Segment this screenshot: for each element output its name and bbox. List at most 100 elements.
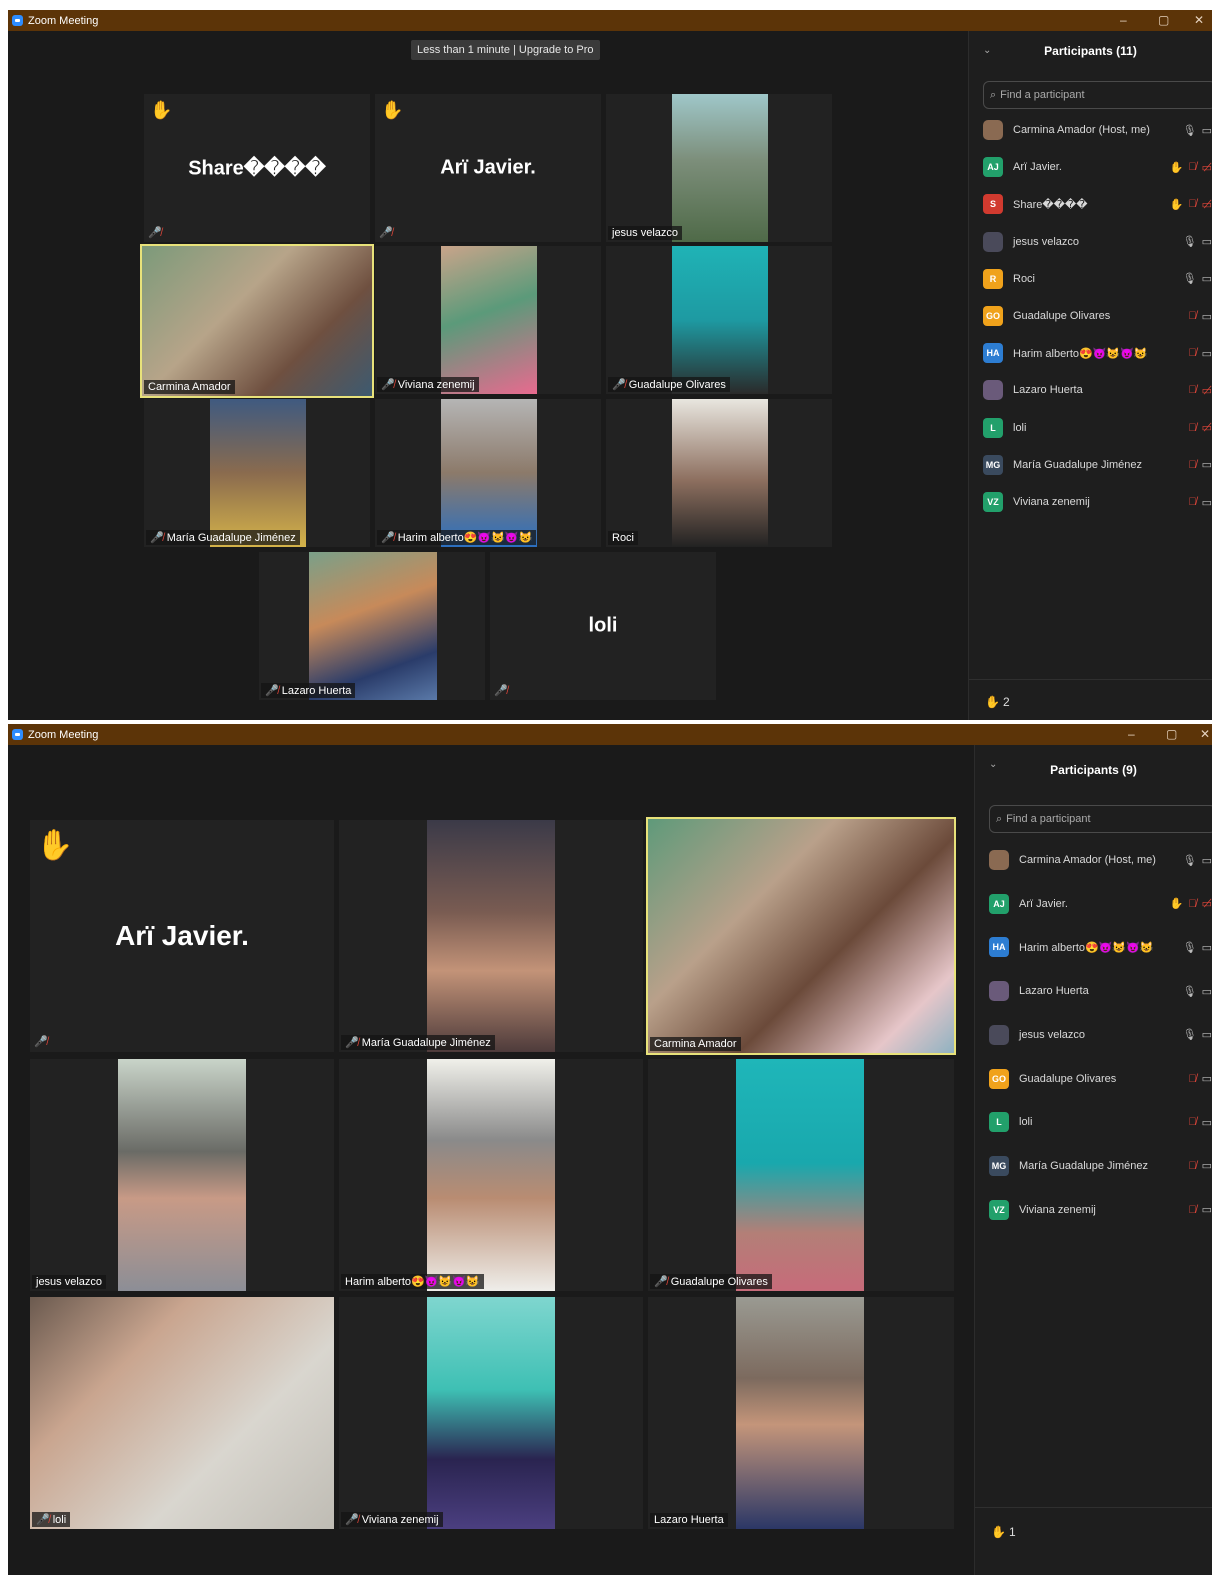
- video-feed: [427, 820, 555, 1052]
- divider: [969, 679, 1212, 680]
- participant-name: Guadalupe Olivares: [670, 1275, 768, 1288]
- camera-icon: ▭: [1201, 347, 1212, 360]
- video-tile-harim[interactable]: Harim alberto😍😈😺😈😺: [339, 1059, 643, 1291]
- participant-label: 🎤̸ Lazaro Huerta: [261, 683, 356, 698]
- video-feed: [30, 1297, 334, 1529]
- raised-hand-icon: ✋: [381, 100, 404, 120]
- participant-row[interactable]: Carmina Amador (Host, me) 🎙 ▭: [989, 845, 1212, 875]
- video-tile-maria[interactable]: 🎤̸ María Guadalupe Jiménez: [144, 399, 370, 547]
- mic-muted-icon: 🎤̸: [379, 227, 393, 239]
- video-tile-guadalupe[interactable]: 🎤̸ Guadalupe Olivares: [606, 246, 832, 394]
- participant-status-icons: 🎙 ▭: [1183, 1028, 1212, 1041]
- participant-name-large: Share����: [188, 157, 326, 180]
- video-tile-maria[interactable]: 🎤̸ María Guadalupe Jiménez: [339, 820, 643, 1052]
- mic-icon: 🎙: [1182, 1029, 1197, 1042]
- participant-row[interactable]: HA Harim alberto😍😈😺😈😺 🎙 ▭: [989, 932, 1212, 962]
- participant-row[interactable]: VZ Viviana zenemij 🎙̸ ▭: [983, 487, 1212, 517]
- camera-icon: ▭: [1201, 496, 1212, 509]
- participant-name: Roci: [612, 532, 635, 544]
- mic-muted-icon: 🎙̸: [1188, 310, 1197, 322]
- upgrade-banner[interactable]: Less than 1 minute | Upgrade to Pro: [411, 40, 600, 60]
- participant-row[interactable]: R Roci 🎙 ▭: [983, 264, 1212, 294]
- participant-name: María Guadalupe Jiménez: [361, 1036, 491, 1049]
- video-tile-carmina[interactable]: Carmina Amador: [646, 817, 956, 1055]
- participant-name: loli: [1013, 421, 1027, 434]
- camera-icon: ▭: [1201, 854, 1212, 867]
- minimize-button[interactable]: –: [1128, 724, 1135, 745]
- camera-icon: ▭: [1201, 273, 1212, 286]
- participant-row[interactable]: Lazaro Huerta 🎙 ▭: [989, 976, 1212, 1006]
- avatar: AJ: [989, 893, 1009, 914]
- participant-name: loli: [52, 1513, 67, 1526]
- video-tile-viviana[interactable]: 🎤̸ Viviana zenemij: [339, 1297, 643, 1529]
- participant-label: jesus velazco: [608, 226, 683, 240]
- participant-status-icons: 🎙 ▭: [1183, 941, 1212, 954]
- participant-row[interactable]: jesus velazco 🎙 ▭: [989, 1020, 1212, 1050]
- video-tile-share[interactable]: ✋ Share���� 🎤̸: [144, 94, 370, 242]
- avatar: AJ: [983, 157, 1003, 178]
- participant-row[interactable]: HA Harim alberto😍😈😺😈😺 🎙̸ ▭: [983, 338, 1212, 368]
- video-tile-jesus[interactable]: jesus velazco: [606, 94, 832, 242]
- camera-off-icon: ▭̸: [1201, 161, 1212, 174]
- window-title: Zoom Meeting: [28, 728, 99, 741]
- video-tile-guadalupe[interactable]: 🎤̸ Guadalupe Olivares: [648, 1059, 954, 1291]
- search-input[interactable]: ⌕ Find a participant: [983, 81, 1212, 109]
- participant-row[interactable]: Lloli 🎙̸ ▭̸: [983, 413, 1212, 443]
- participant-row[interactable]: AJ Arï Javier. ✋ 🎙̸ ▭̸: [983, 152, 1212, 182]
- mic-muted-icon: 🎤̸: [345, 1514, 359, 1526]
- participant-row[interactable]: GO Guadalupe Olivares 🎙̸ ▭: [989, 1064, 1212, 1094]
- participant-name: Share����: [1013, 198, 1088, 211]
- mic-muted-icon: 🎤̸: [654, 1276, 668, 1288]
- mic-muted-icon: 🎤̸: [265, 685, 279, 697]
- video-tile-carmina[interactable]: Carmina Amador: [140, 244, 374, 398]
- participant-name: Viviana zenemij: [361, 1513, 439, 1526]
- participant-row[interactable]: jesus velazco 🎙 ▭: [983, 227, 1212, 257]
- close-button[interactable]: ✕: [1200, 724, 1210, 745]
- participant-row[interactable]: Lloli 🎙̸ ▭: [989, 1107, 1212, 1137]
- raised-hands-count: ✋ 1: [991, 1525, 1016, 1539]
- video-tile-harim[interactable]: 🎤̸ Harim alberto😍😈😺😈😺: [375, 399, 601, 547]
- participant-row[interactable]: Lazaro Huerta 🎙̸ ▭̸: [983, 375, 1212, 405]
- participant-name: Roci: [1013, 272, 1036, 285]
- participant-status-icons: 🎙̸ ▭: [1188, 347, 1212, 360]
- zoom-window-bottom: Zoom Meeting – ▢ ✕ ✋ Arï Javier. 🎤̸ 🎤̸ Ma…: [8, 724, 1212, 1575]
- participant-label: Carmina Amador: [144, 380, 235, 394]
- video-tile-lazaro[interactable]: Lazaro Huerta: [648, 1297, 954, 1529]
- mic-muted-icon: 🎙̸: [1188, 347, 1197, 360]
- mic-muted-icon: 🎤̸: [612, 379, 626, 391]
- mic-muted-icon: 🎙̸: [1188, 198, 1197, 211]
- video-tile-viviana[interactable]: 🎤̸ Viviana zenemij: [375, 246, 601, 394]
- participant-name: Viviana zenemij: [1019, 1203, 1096, 1216]
- participant-row[interactable]: AJ Arï Javier. ✋ 🎙̸ ▭̸: [989, 889, 1212, 919]
- titlebar: Zoom Meeting – ▢ ✕: [8, 724, 1212, 745]
- video-tile-loli[interactable]: loli 🎤̸: [490, 552, 716, 700]
- participant-status-icons: 🎙 ▭: [1183, 272, 1212, 285]
- search-input[interactable]: ⌕ Find a participant: [989, 805, 1212, 833]
- participant-row[interactable]: GO Guadalupe Olivares 🎙̸ ▭: [983, 301, 1212, 331]
- participant-row[interactable]: S Share���� ✋ 🎙̸ ▭̸: [983, 189, 1212, 219]
- participant-label: Carmina Amador: [650, 1037, 741, 1051]
- video-tile-roci[interactable]: Roci: [606, 399, 832, 547]
- avatar: VZ: [983, 492, 1003, 512]
- minimize-button[interactable]: –: [1120, 10, 1127, 31]
- participant-row[interactable]: VZ Viviana zenemij 🎙̸ ▭: [989, 1195, 1212, 1225]
- participant-row[interactable]: MG María Guadalupe Jiménez 🎙̸ ▭: [983, 450, 1212, 480]
- restore-button[interactable]: ▢: [1166, 724, 1177, 745]
- participant-row[interactable]: Carmina Amador (Host, me) 🎙 ▭: [983, 115, 1212, 145]
- restore-button[interactable]: ▢: [1158, 10, 1169, 31]
- video-tile-lazaro[interactable]: 🎤̸ Lazaro Huerta: [259, 552, 485, 700]
- avatar: [983, 120, 1003, 140]
- mic-muted-icon: 🎙̸: [1188, 458, 1197, 471]
- video-tile-ari[interactable]: ✋ Arï Javier. 🎤̸: [30, 820, 334, 1052]
- video-tile-jesus[interactable]: jesus velazco: [30, 1059, 334, 1291]
- participant-status-icons: 🎙̸ ▭̸: [1188, 421, 1212, 435]
- mic-muted-icon: 🎤̸: [148, 227, 162, 239]
- video-tile-loli[interactable]: 🎤̸ loli: [30, 1297, 334, 1529]
- participant-name: Harim alberto😍😈😺😈😺: [1013, 347, 1148, 360]
- participant-row[interactable]: MG María Guadalupe Jiménez 🎙̸ ▭: [989, 1151, 1212, 1181]
- mic-icon: 🎙: [1182, 941, 1197, 954]
- close-button[interactable]: ✕: [1194, 10, 1204, 31]
- video-tile-ari[interactable]: ✋ Arï Javier. 🎤̸: [375, 94, 601, 242]
- mic-muted-icon: 🎙̸: [1188, 1072, 1197, 1085]
- participant-status-icons: 🎙̸ ▭: [1188, 310, 1212, 323]
